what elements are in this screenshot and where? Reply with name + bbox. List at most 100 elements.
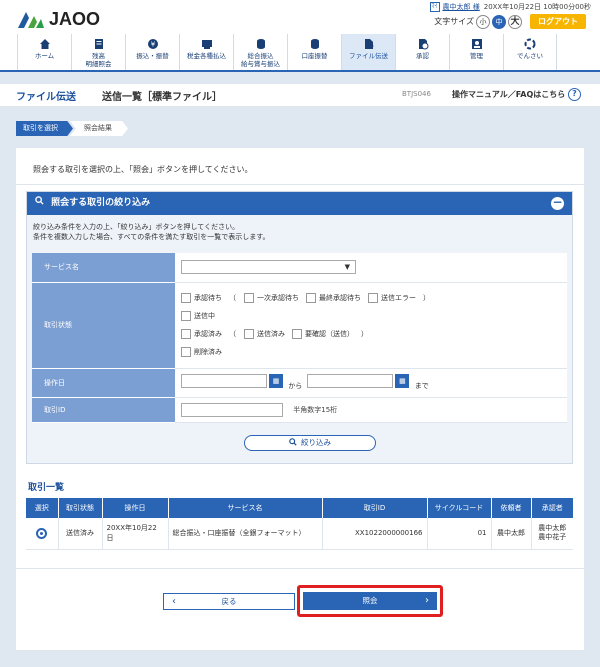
nav-balance[interactable]: 残高 明細照会: [71, 34, 125, 70]
checkbox[interactable]: [292, 329, 302, 339]
nav-label: ファイル伝送: [349, 52, 388, 60]
status-pending-checkbox[interactable]: 承認待ち: [181, 293, 222, 303]
checkbox[interactable]: [368, 293, 378, 303]
help-icon[interactable]: ?: [568, 88, 581, 101]
login-datetime: 20XX年10月22日 10時00分00秒: [483, 3, 591, 11]
user-name-link[interactable]: 農中太郎 様: [443, 2, 480, 12]
search-icon: [289, 438, 297, 446]
date-from-input[interactable]: [181, 374, 267, 388]
main-nav: ホーム 残高 明細照会 ¥ 振込・振替 税金各種払込 総合振込 給与賞与振込 口…: [0, 34, 600, 72]
trans-id-label: 取引ID: [32, 397, 175, 423]
calendar-icon[interactable]: ▦: [395, 374, 410, 388]
nav-file-transfer[interactable]: ファイル伝送: [341, 34, 395, 70]
status-label: 取引状態: [32, 282, 175, 369]
logout-button[interactable]: ログアウト: [530, 14, 586, 29]
logo: JAOO: [16, 9, 100, 30]
status-sending-checkbox[interactable]: 送信中: [181, 311, 215, 321]
nav-admin[interactable]: 管理: [449, 34, 503, 70]
row-requester: 農中太郎: [491, 518, 532, 550]
balance-icon: [94, 39, 103, 49]
status-first-checkbox[interactable]: 一次承認待ち: [244, 293, 299, 303]
transfer-icon: ¥: [147, 39, 158, 49]
service-name-select[interactable]: [181, 260, 356, 275]
nav-label: 振込・振替: [136, 52, 169, 60]
col-header: 依頼者: [491, 498, 532, 518]
font-size-medium-button[interactable]: 中: [492, 14, 506, 29]
font-size-large-button[interactable]: 大: [508, 14, 522, 29]
checkbox[interactable]: [181, 293, 191, 303]
font-size-control: 文字サイズ 小 中 大 ログアウト: [434, 14, 586, 29]
intro-text: 照会する取引を選択の上、「照会」ボタンを押してください。: [33, 165, 253, 174]
divider: [16, 184, 584, 185]
nav-approval[interactable]: 承認: [395, 34, 449, 70]
font-size-small-button[interactable]: 小: [476, 14, 490, 29]
transaction-table: 選択 取引状態 操作日 サービス名 取引ID サイクルコード 依頼者 承認者 送…: [26, 498, 573, 550]
calendar-icon[interactable]: ▦: [269, 374, 283, 388]
approver-name: 農中太郎: [538, 524, 567, 533]
checkbox-label: 送信済み: [257, 330, 285, 338]
date-to-field: ▦: [307, 374, 410, 388]
checkbox-label: 最終承認待ち: [319, 294, 361, 302]
checkbox[interactable]: [244, 293, 254, 303]
svg-text:¥: ¥: [150, 41, 155, 49]
nav-label: 総合振込 給与賞与振込: [241, 52, 280, 68]
status-confirm-checkbox[interactable]: 要確認（送信）: [292, 329, 354, 339]
step-inquiry-result: 照会結果: [70, 121, 128, 136]
col-header: 承認者: [531, 498, 573, 518]
narrow-button[interactable]: 絞り込み: [244, 435, 376, 451]
chevron-left-icon: ‹: [172, 596, 176, 607]
nav-transfer[interactable]: ¥ 振込・振替: [125, 34, 179, 70]
filter-section: 照会する取引の絞り込み − 絞り込み条件を入力の上、「絞り込み」ボタンを押してく…: [26, 191, 573, 464]
service-name-label: サービス名: [32, 253, 175, 283]
row-trans-id: XX1022000000166: [322, 518, 428, 550]
paren-open: （: [229, 330, 236, 338]
inquiry-button[interactable]: 照会 ›: [303, 592, 437, 610]
densai-icon: [524, 38, 536, 50]
help-link[interactable]: 操作マニュアル／FAQはこちら: [452, 89, 565, 100]
collapse-icon[interactable]: −: [551, 196, 564, 210]
status-final-checkbox[interactable]: 最終承認待ち: [306, 293, 361, 303]
back-button-label: 戻る: [221, 597, 237, 606]
date-from-field: ▦: [181, 374, 283, 388]
file-icon: [364, 39, 374, 49]
col-header: 選択: [26, 498, 59, 518]
paren-open: （: [229, 294, 236, 302]
paren-close: ）: [423, 294, 430, 302]
row-select-radio[interactable]: [36, 527, 48, 539]
checkbox[interactable]: [181, 311, 191, 321]
inquiry-button-label: 照会: [362, 596, 378, 605]
filter-note: 絞り込み条件を入力の上、「絞り込み」ボタンを押してください。 条件を複数入力した…: [33, 222, 270, 242]
nav-label: 管理: [470, 52, 483, 60]
approver-name: 農中花子: [538, 533, 567, 542]
checkbox[interactable]: [306, 293, 316, 303]
checkbox[interactable]: [181, 329, 191, 339]
trans-id-input[interactable]: [181, 402, 283, 417]
table-row[interactable]: 送信済み 20XX年10月22日 総合振込・口座振替（全銀フォーマット） XX1…: [26, 518, 573, 550]
font-size-label: 文字サイズ: [434, 17, 474, 26]
filter-header[interactable]: 照会する取引の絞り込み −: [27, 192, 572, 215]
col-header: サービス名: [168, 498, 323, 518]
status-send-error-checkbox[interactable]: 送信エラー: [368, 293, 416, 303]
status-approved-checkbox[interactable]: 承認済み: [181, 329, 222, 339]
status-sent-checkbox[interactable]: 送信済み: [244, 329, 285, 339]
nav-home[interactable]: ホーム: [17, 34, 71, 70]
nav-densai[interactable]: でんさい: [503, 34, 557, 70]
salary-icon: [256, 39, 265, 49]
main-panel: 照会する取引を選択の上、「照会」ボタンを押してください。 照会する取引の絞り込み…: [16, 148, 584, 650]
filter-form: サービス名 取引状態 承認待ち （ 一次承認待ち 最終承認待ち 送信エラー ） …: [32, 253, 567, 423]
nav-label: 口座振替: [301, 52, 328, 60]
nav-tax[interactable]: 税金各種払込: [179, 34, 233, 70]
checkbox[interactable]: [181, 347, 191, 357]
date-to-input[interactable]: [307, 374, 394, 388]
nav-salary[interactable]: 総合振込 給与賞与振込: [233, 34, 287, 70]
checkbox[interactable]: [244, 329, 254, 339]
back-button[interactable]: ‹ 戻る: [163, 593, 295, 610]
home-icon: [39, 39, 50, 49]
table-header: 選択 取引状態 操作日 サービス名 取引ID サイクルコード 依頼者 承認者: [26, 498, 573, 518]
status-deleted-checkbox[interactable]: 削除済み: [181, 347, 222, 357]
approval-icon: [418, 39, 428, 50]
col-header: 操作日: [102, 498, 169, 518]
nav-account-transfer[interactable]: 口座振替: [287, 34, 341, 70]
screen-code: BTJS046: [402, 90, 431, 98]
checkbox-label: 承認待ち: [194, 294, 222, 302]
